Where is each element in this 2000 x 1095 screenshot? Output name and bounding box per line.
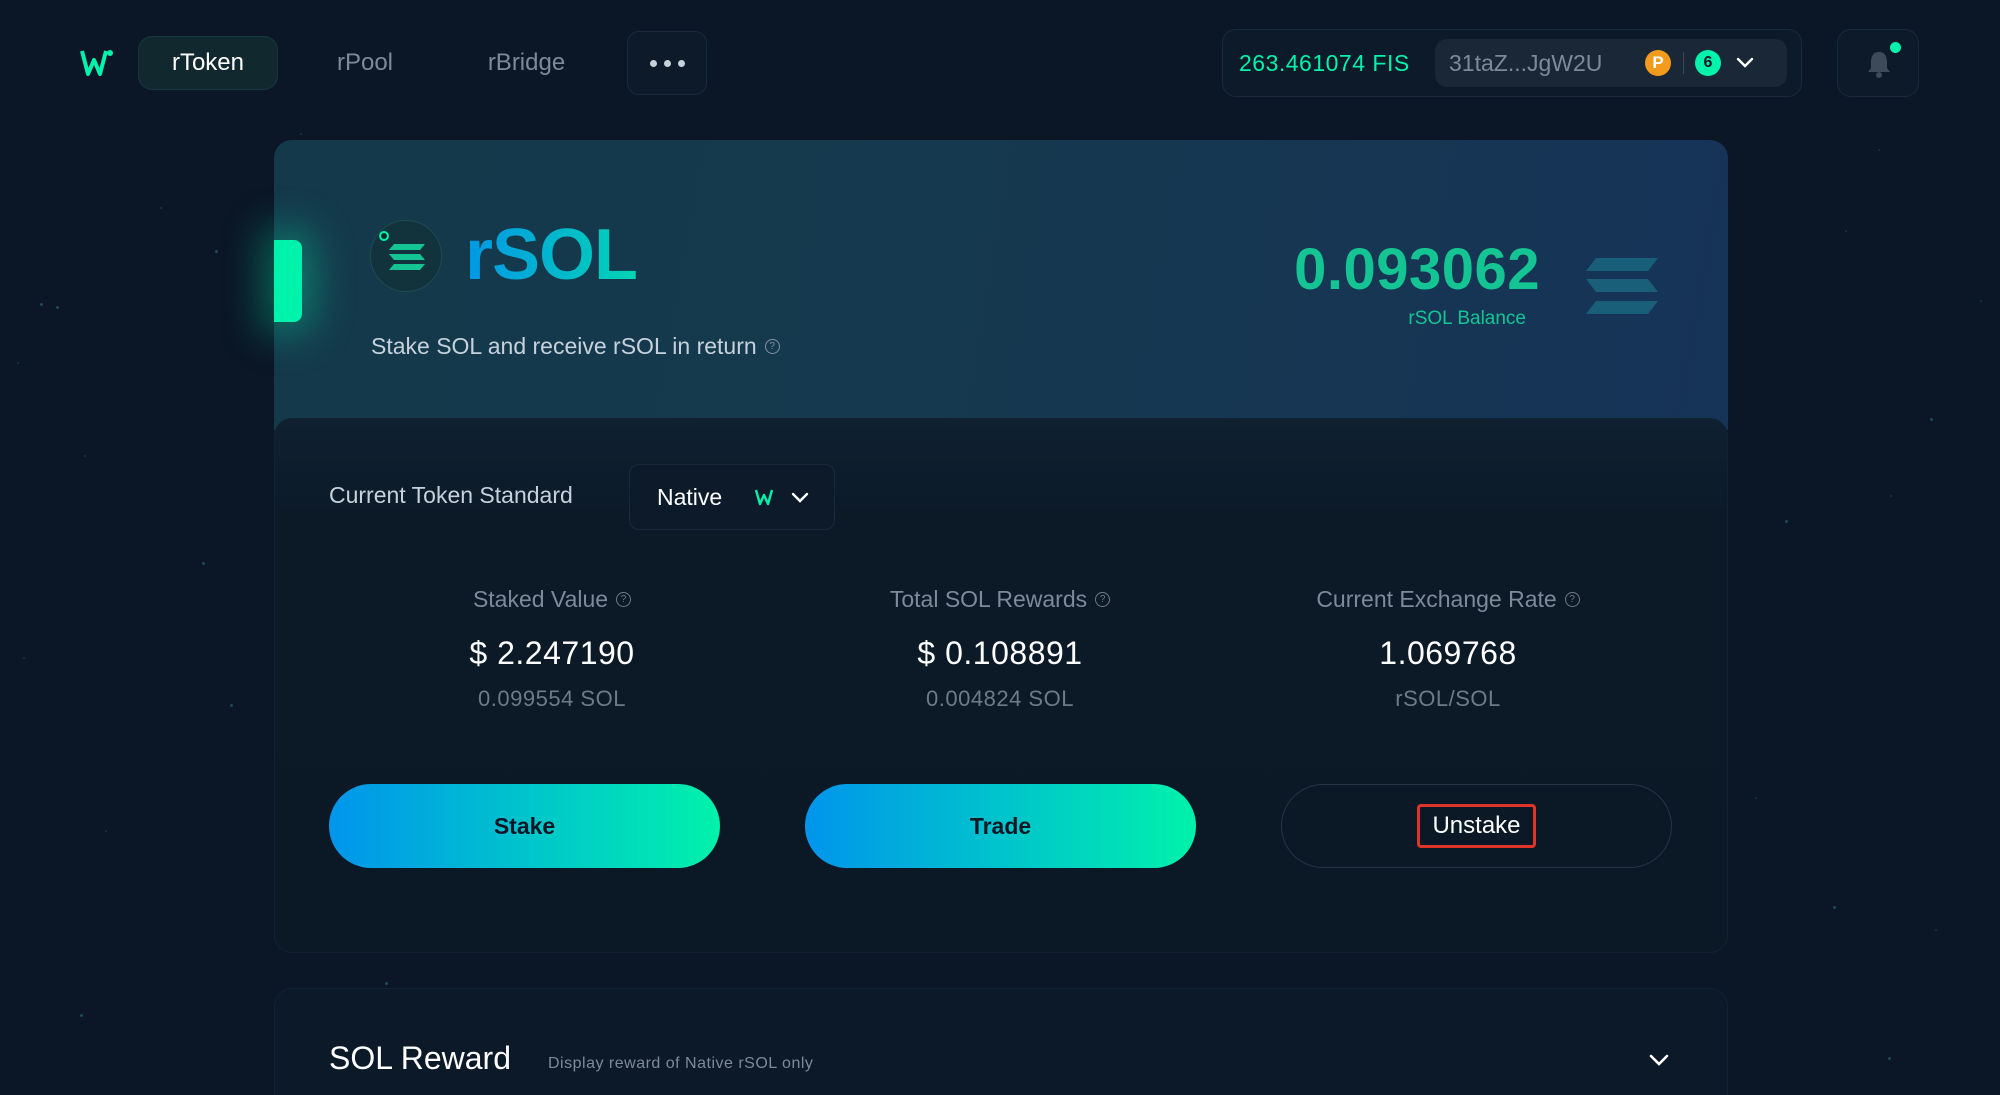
token-standard-value: Native [657,484,723,510]
stat-label: Staked Value [472,586,609,612]
stat-exchange-rate: Current Exchange Rate ? 1.069768 rSOL/SO… [1258,586,1638,712]
wallet-address: 31taZ...JgW2U [1449,50,1603,76]
top-nav: rToken rPool rBridge 263.461074 FIS 31ta… [0,0,2000,127]
bell-icon [1868,52,1890,78]
token-standard-select[interactable]: Native [629,464,835,530]
native-chain-icon [754,489,774,506]
stat-value: $ 2.247190 [469,635,635,671]
reward-subtitle: Display reward of Native rSOL only [548,1055,814,1072]
help-icon[interactable]: ? [616,592,632,607]
token-standard-label: Current Token Standard [329,482,573,508]
stat-value: 1.069768 [1379,635,1517,671]
reward-title: SOL Reward [329,1040,511,1076]
help-icon[interactable]: ? [1095,592,1111,607]
account-selector[interactable]: 31taZ...JgW2U P 6 [1435,39,1787,87]
solana-logo-icon [1586,258,1658,314]
unstake-button-label: Unstake [1417,804,1536,848]
help-icon[interactable]: ? [1564,592,1580,607]
rsol-token-icon [370,220,442,292]
stake-button[interactable]: Stake [329,784,720,868]
wallet-box[interactable]: 263.461074 FIS 31taZ...JgW2U P 6 [1222,29,1802,97]
polkadot-icon: P [1645,50,1671,76]
stat-label: Total SOL Rewards [889,586,1088,612]
stat-label: Current Exchange Rate [1316,586,1557,612]
notifications-button[interactable] [1837,29,1919,97]
unstake-button[interactable]: Unstake [1281,784,1672,868]
fis-balance: 263.461074 FIS [1239,50,1410,76]
chevron-down-icon[interactable] [1648,1052,1670,1068]
app-logo-icon[interactable] [80,48,114,78]
chevron-down-icon [1736,57,1754,68]
divider [1683,52,1684,74]
stat-sub: 0.099554 SOL [478,686,626,711]
more-button[interactable] [627,31,707,95]
hero-accent-bar [274,240,302,322]
tab-rtoken[interactable]: rToken [138,36,278,90]
stat-value: $ 0.108891 [917,635,1083,671]
stat-total-rewards: Total SOL Rewards ? $ 0.108891 0.004824 … [810,586,1190,712]
chevron-down-icon [791,492,809,503]
token-subtitle: Stake SOL and receive rSOL in return ? [371,333,780,360]
page-title: rSOL [465,215,638,295]
unread-dot [1890,42,1901,53]
help-icon[interactable]: ? [764,339,780,354]
notification-count-badge: 6 [1695,50,1721,76]
stat-sub: rSOL/SOL [1395,686,1501,711]
tab-rbridge[interactable]: rBridge [455,36,598,90]
rsol-balance-label: rSOL Balance [1408,308,1526,329]
trade-button[interactable]: Trade [805,784,1196,868]
stat-staked-value: Staked Value ? $ 2.247190 0.099554 SOL [362,586,742,712]
tab-rpool[interactable]: rPool [305,36,425,90]
more-dots-icon [649,59,657,67]
stat-sub: 0.004824 SOL [926,686,1074,711]
rsol-balance-value: 0.093062 [1294,237,1540,302]
